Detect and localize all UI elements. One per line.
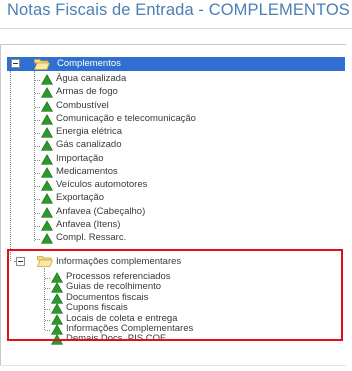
green-triangle-icon (41, 233, 53, 244)
tree-connector (45, 288, 50, 290)
green-triangle-icon (41, 219, 53, 231)
tree-connector (35, 225, 40, 227)
tree-leaf-label: Veículos automotores (56, 179, 148, 190)
tree-connector (45, 278, 50, 279)
tree-connector (45, 309, 50, 311)
tree-connector (34, 71, 35, 241)
green-triangle-icon (41, 87, 53, 98)
green-triangle-icon (41, 74, 53, 85)
green-triangle-icon (41, 180, 53, 191)
tree-connector (35, 133, 40, 134)
folder-open-icon (34, 59, 50, 70)
green-triangle-icon (51, 303, 63, 314)
green-triangle-icon (41, 206, 53, 218)
page-title: Notas Fiscais de Entrada - COMPLEMENTOS (7, 1, 350, 19)
tree-connector (35, 93, 40, 95)
tree-connector (35, 172, 40, 174)
green-triangle-icon (41, 153, 53, 165)
green-triangle-icon (51, 313, 63, 325)
tree-connector (35, 212, 40, 214)
collapse-minus-icon[interactable] (11, 59, 20, 68)
tree-leaf-label: Demais Docs. PIS COF. (66, 333, 168, 345)
tree-leaf-label: Compl. Ressarc. (56, 232, 127, 243)
green-triangle-icon (51, 292, 63, 304)
tree-connector (35, 146, 40, 148)
green-triangle-icon (41, 140, 53, 151)
tree-connector (35, 239, 40, 240)
tree-leaf-label: Importação (56, 152, 104, 164)
tree-connector (10, 71, 11, 261)
collapse-minus-icon[interactable] (16, 257, 25, 266)
green-triangle-icon (41, 193, 53, 204)
green-triangle-icon (41, 100, 53, 112)
tree-leaf-label: Água canalizada (56, 73, 127, 84)
tree-connector (35, 106, 40, 108)
tree-leaf-label: Comunicação e telecomunicação (56, 112, 196, 124)
tree-leaf-label: Anfavea (Cabeçalho) (56, 205, 146, 217)
tree-connector (45, 340, 50, 342)
tree-leaf-label: Anfavea (Itens) (56, 218, 121, 230)
tree-connector (35, 159, 40, 161)
tree-node-informacoes-complementares[interactable]: Informações complementares (56, 256, 181, 268)
green-triangle-icon (51, 334, 63, 346)
tree-connector (45, 319, 50, 321)
tree-connector (35, 119, 40, 121)
green-triangle-icon (51, 282, 63, 294)
tree-leaf-label: Energia elétrica (56, 126, 123, 137)
tree-panel-bottom-border (0, 365, 346, 366)
title-divider (0, 28, 352, 29)
tree-connector (45, 298, 50, 300)
tree-connector (45, 330, 50, 331)
tree-leaf-label: Gás canalizado (56, 139, 122, 151)
folder-open-icon (37, 256, 53, 267)
tree-node-complementos[interactable]: Complementos (7, 57, 345, 71)
green-triangle-icon (41, 127, 53, 138)
tree-connector (35, 80, 40, 81)
green-triangle-icon (51, 324, 63, 335)
tree-leaf-label: Armas de fogo (56, 86, 118, 98)
green-triangle-icon (41, 113, 53, 125)
tree-leaf-label: Combustível (56, 99, 109, 111)
tree-leaf-label: Exportação (56, 192, 105, 204)
tree-connector (35, 199, 40, 201)
green-triangle-icon (51, 272, 63, 283)
tree-node-label: Complementos (57, 58, 121, 69)
green-triangle-icon (41, 166, 53, 178)
tree-leaf-label: Medicamentos (56, 165, 118, 177)
tree-connector (35, 186, 40, 187)
